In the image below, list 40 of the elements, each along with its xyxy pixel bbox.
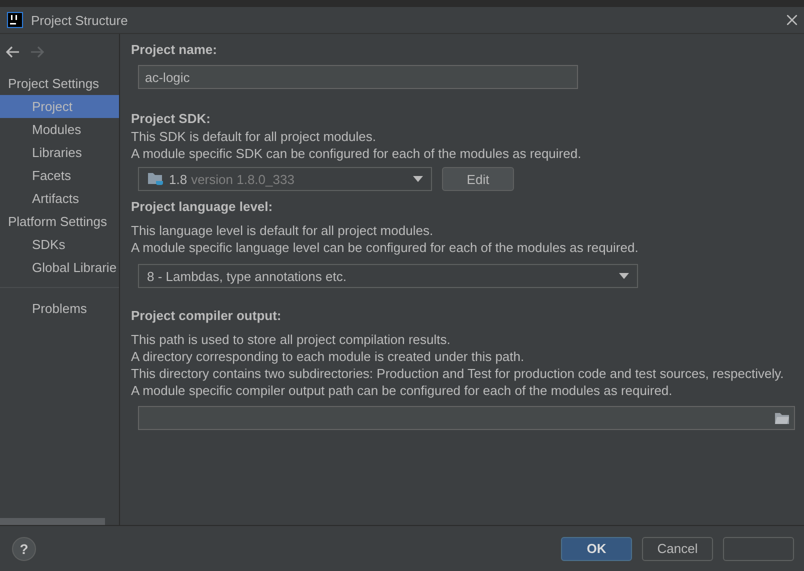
sidebar-item[interactable]: Facets [0, 164, 119, 187]
dialog-button[interactable]: OK [561, 536, 632, 560]
field-label: Project SDK: [131, 110, 212, 128]
description-text: A module specific compiler output path can be configured for each of the modules as required. [131, 382, 674, 399]
sidebar-section-header: Platform Settings [7, 213, 108, 231]
description-text: This directory contains two subdirectories: Production and Test for production code and test sources, respectively. [131, 365, 785, 382]
description-text: A module specific SDK can be configured for each of the modules as required. [131, 145, 582, 162]
sdk-dropdown[interactable]: 1.8 version 1.8.0_333 [138, 167, 432, 191]
dialog-button[interactable]: Cancel [642, 536, 713, 560]
dialog-button[interactable] [723, 536, 794, 560]
app-logo-icon [7, 12, 23, 28]
description-text: This language level is default for all project modules. [131, 222, 434, 239]
description-text: A directory corresponding to each module is created under this path. [131, 348, 526, 365]
dropdown-arrow-icon [413, 176, 423, 182]
back-arrow-icon[interactable] [6, 46, 20, 58]
close-icon[interactable] [787, 15, 797, 25]
sidebar-item[interactable]: Problems [0, 297, 119, 320]
dropdown-arrow-icon [619, 273, 629, 279]
sidebar-item[interactable]: Artifacts [0, 187, 119, 210]
jdk-folder-icon [147, 171, 165, 187]
language-level-dropdown[interactable]: 8 - Lambdas, type annotations etc. [138, 264, 638, 288]
sidebar-item[interactable]: SDKs [0, 233, 119, 256]
folder-icon[interactable] [774, 412, 790, 424]
description-text: A module specific language level can be configured for each of the modules as required. [131, 239, 640, 256]
description-text: This SDK is default for all project modules. [131, 128, 377, 145]
sidebar-item[interactable]: Global Librarie [0, 256, 119, 279]
sidebar-section-header: Project Settings [7, 75, 100, 93]
project-name-field[interactable]: ac-logic [138, 65, 578, 89]
forward-arrow-icon[interactable] [30, 46, 44, 58]
field-label: Project compiler output: [131, 307, 282, 325]
description-text: This path is used to store all project compilation results. [131, 331, 452, 348]
edit-button[interactable]: Edit [442, 167, 514, 191]
sidebar-item[interactable]: Modules [0, 118, 119, 141]
help-button[interactable]: ? [12, 536, 36, 560]
sidebar-item[interactable]: Libraries [0, 141, 119, 164]
horizontal-scrollbar[interactable] [0, 518, 105, 525]
field-label: Project name: [131, 41, 218, 59]
window-title: Project Structure [31, 12, 128, 28]
field-label: Project language level: [131, 198, 274, 216]
compiler-output-field[interactable] [138, 406, 795, 430]
